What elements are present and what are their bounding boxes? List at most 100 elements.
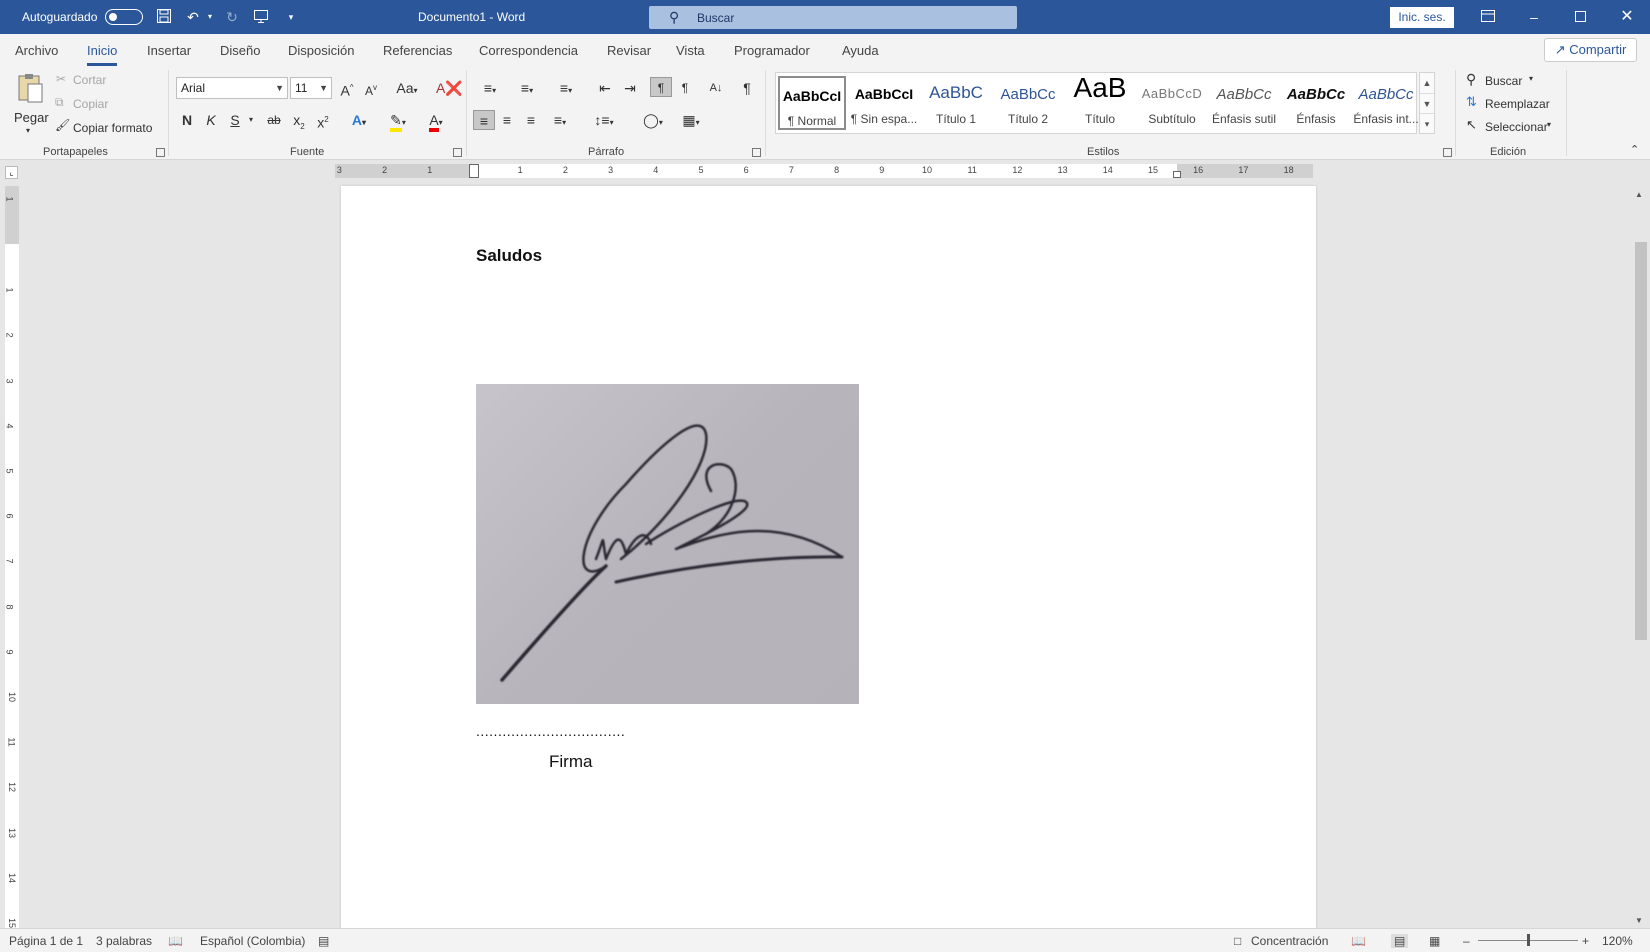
undo-icon[interactable]: ↶ [184,8,202,26]
strikethrough-icon[interactable]: ab [264,110,284,130]
underline-button[interactable]: S [226,110,244,130]
chevron-down-icon[interactable]: ▼ [1420,93,1434,113]
bold-button[interactable]: N [178,110,196,130]
borders-icon[interactable]: ▦▾ [675,110,707,130]
language-label[interactable]: Español (Colombia) [200,934,305,948]
decrease-indent-icon[interactable]: ⇤ [595,78,615,98]
change-case-icon[interactable]: Aa▾ [392,78,422,98]
superscript-icon[interactable]: x2 [313,110,333,131]
tab-ayuda[interactable]: Ayuda [842,43,879,58]
ltr-direction-icon[interactable]: ¶ [650,77,672,97]
print-layout-icon[interactable]: ▤ [1391,934,1409,948]
tab-referencias[interactable]: Referencias [383,43,452,58]
maximize-icon[interactable] [1569,6,1591,28]
underline-dropdown-icon[interactable]: ▾ [246,110,256,130]
paste-button[interactable]: Pegar ▾ [10,70,50,140]
justify-icon[interactable]: ≡▾ [545,110,575,130]
font-name-field[interactable]: Arial ▼ [176,77,288,99]
line-spacing-icon[interactable]: ↕≡▾ [588,110,620,130]
subscript-icon[interactable]: x2 [289,110,309,131]
style-heading-2[interactable]: AaBbCc Título 2 [994,76,1062,130]
numbering-icon[interactable]: ≡▾ [512,78,542,98]
document-page[interactable]: Saludos ................................… [341,186,1316,931]
align-right-icon[interactable]: ≡ [521,110,541,130]
tab-disposicion[interactable]: Disposición [288,43,354,58]
select-dropdown-icon[interactable]: ▾ [1547,120,1551,129]
tab-archivo[interactable]: Archivo [15,43,58,58]
web-layout-icon[interactable]: ▦ [1429,934,1440,948]
gallery-scroll[interactable]: ▲ ▼ ▾ [1419,72,1435,134]
autosave-toggle[interactable] [105,9,143,25]
word-count[interactable]: 3 palabras [96,934,152,948]
vertical-ruler[interactable]: 1 1 2 3 4 5 6 7 8 9 10 11 12 13 14 15 [5,186,19,928]
align-center-icon[interactable]: ≡ [497,110,517,130]
show-marks-icon[interactable]: ¶ [737,78,757,98]
scroll-down-icon[interactable]: ▼ [1635,916,1643,925]
format-painter-button[interactable]: Copiar formato [73,121,152,135]
multilevel-list-icon[interactable]: ≡▾ [551,78,581,98]
minimize-icon[interactable]: – [1523,6,1545,28]
font-launcher-icon[interactable] [453,148,462,157]
tab-inicio[interactable]: Inicio [87,43,118,66]
rtl-direction-icon[interactable]: ¶ [675,78,695,98]
sign-in-button[interactable]: Inic. ses. [1390,7,1454,28]
read-mode-icon[interactable]: 📖 [1351,934,1366,948]
share-button[interactable]: ↗ Compartir [1544,38,1637,62]
more-styles-icon[interactable]: ▾ [1420,113,1434,133]
copy-button[interactable]: Copiar [73,97,108,111]
focus-mode-button[interactable]: Concentración [1251,934,1328,948]
signature-image[interactable] [476,384,859,704]
zoom-level[interactable]: 120% [1602,934,1633,948]
style-subtitle[interactable]: AaBbCcD Subtítulo [1138,76,1206,130]
focus-icon[interactable]: □ [1234,934,1241,948]
font-color-icon[interactable]: A▾ [421,110,451,132]
grow-font-icon[interactable]: A^ [337,78,357,99]
present-icon[interactable] [252,8,270,26]
tab-selector[interactable]: ⌞ [5,166,18,179]
ribbon-display-icon[interactable] [1477,6,1499,28]
paragraph-launcher-icon[interactable] [752,148,761,157]
tab-vista[interactable]: Vista [676,43,705,58]
undo-dropdown-icon[interactable]: ▾ [201,8,219,26]
search-box[interactable]: ⚲ Buscar [649,6,1017,29]
zoom-in-icon[interactable]: + [1582,934,1589,948]
increase-indent-icon[interactable]: ⇥ [620,78,640,98]
horizontal-ruler[interactable]: 3 2 1 1 2 3 4 5 6 7 8 9 10 11 12 13 14 15 16 17 18 [335,164,1313,178]
style-normal[interactable]: AaBbCcI ¶ Normal [778,76,846,130]
text-effects-icon[interactable]: A▾ [345,110,373,130]
signature-label[interactable]: Firma [549,752,592,772]
cut-button[interactable]: Cortar [73,73,106,87]
zoom-out-icon[interactable]: – [1463,934,1470,948]
save-icon[interactable] [155,8,173,26]
scrollbar-thumb[interactable] [1635,242,1647,640]
align-left-icon[interactable]: ≡ [473,110,495,130]
tab-programador[interactable]: Programador [734,43,810,58]
proofing-icon[interactable]: 📖 [168,934,183,948]
page-count[interactable]: Página 1 de 1 [9,934,83,948]
right-indent-marker[interactable] [1173,171,1181,178]
clear-formatting-icon[interactable]: A❌ [436,78,463,98]
greeting-text[interactable]: Saludos [476,246,542,266]
style-heading-1[interactable]: AaBbC Título 1 [922,76,990,130]
customize-qat-icon[interactable]: ▾ [282,8,300,26]
shrink-font-icon[interactable]: Av [361,78,381,98]
style-subtle-emphasis[interactable]: AaBbCc Énfasis sutil [1210,76,1278,130]
indent-marker[interactable] [469,164,479,178]
accessibility-icon[interactable]: ▤ [318,934,329,948]
vertical-scrollbar[interactable]: ▲ ▼ [1632,186,1650,928]
tab-revisar[interactable]: Revisar [607,43,651,58]
font-size-field[interactable]: 11 ▼ [290,77,332,99]
clipboard-launcher-icon[interactable] [156,148,165,157]
styles-launcher-icon[interactable] [1443,148,1452,157]
tab-correspondencia[interactable]: Correspondencia [479,43,578,58]
tab-diseno[interactable]: Diseño [220,43,260,58]
redo-icon[interactable]: ↻ [223,8,241,26]
select-button[interactable]: Seleccionar [1485,120,1548,134]
shading-icon[interactable]: ◯▾ [637,110,669,130]
find-button[interactable]: Buscar [1485,74,1522,88]
sort-icon[interactable]: A↓ [705,78,727,98]
italic-button[interactable]: K [202,110,220,130]
collapse-ribbon-icon[interactable]: ⌃ [1630,143,1639,156]
zoom-slider-thumb[interactable] [1527,934,1530,946]
replace-button[interactable]: Reemplazar [1485,97,1550,111]
